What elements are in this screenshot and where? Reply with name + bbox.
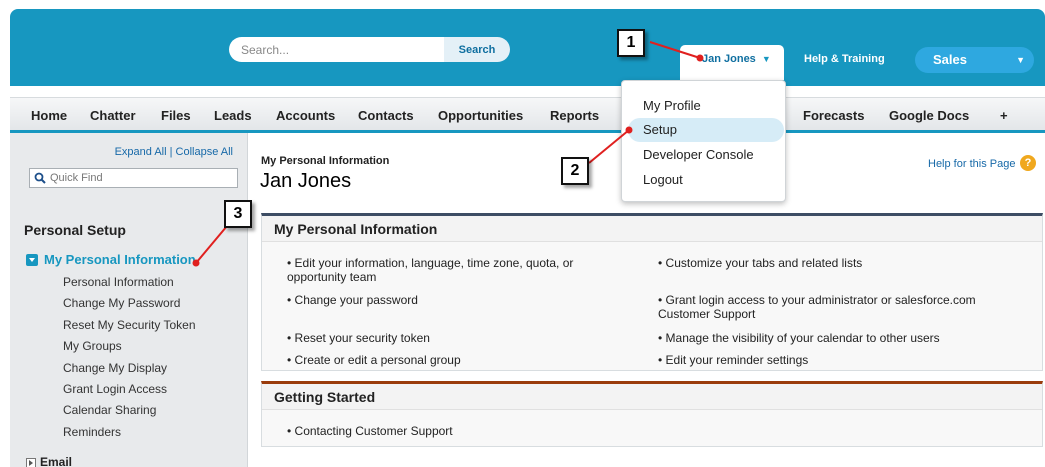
search-button[interactable]: Search [444, 37, 510, 62]
quick-find-input[interactable] [50, 169, 235, 187]
chevron-down-icon: ▼ [1016, 55, 1025, 65]
sidebar-subitem-grant-login-access[interactable]: Grant Login Access [63, 382, 167, 396]
expand-icon[interactable] [26, 458, 36, 467]
quick-find-box [29, 168, 238, 188]
panel-title: My Personal Information [274, 221, 438, 237]
panel-link-contacting-customer-support[interactable]: • Contacting Customer Support [287, 424, 632, 438]
sidebar-subitem-my-groups[interactable]: My Groups [63, 339, 122, 353]
panel-header: My Personal Information [262, 216, 1042, 242]
add-tab-icon[interactable]: + [1000, 108, 1008, 123]
sidebar-subitem-calendar-sharing[interactable]: Calendar Sharing [63, 403, 156, 417]
my-personal-information-panel: My Personal Information • Edit your info… [261, 213, 1043, 371]
sidebar-item-my-personal-information[interactable]: My Personal Information [44, 252, 196, 267]
menu-item-setup[interactable]: Setup [628, 118, 784, 142]
menu-item-logout[interactable]: Logout [622, 168, 785, 192]
callout-2: 2 [561, 157, 589, 185]
panel-link-change-password[interactable]: • Change your password [287, 293, 632, 307]
tab-contacts[interactable]: Contacts [358, 108, 414, 123]
expand-collapse-links[interactable]: Expand All | Collapse All [115, 146, 233, 158]
sidebar-subitem-reset-my-security-token[interactable]: Reset My Security Token [63, 318, 196, 332]
help-for-this-page-link[interactable]: Help for this Page [928, 158, 1015, 170]
panel-link-reset-security-token[interactable]: • Reset your security token [287, 331, 632, 345]
personal-setup-heading: Personal Setup [24, 222, 126, 238]
app-switcher[interactable]: Sales ▼ [915, 47, 1034, 73]
collapse-icon[interactable] [26, 254, 38, 266]
tab-accounts[interactable]: Accounts [276, 108, 335, 123]
tab-reports[interactable]: Reports [550, 108, 599, 123]
panel-link-create-personal-group[interactable]: • Create or edit a personal group [287, 353, 632, 367]
menu-item-developer-console[interactable]: Developer Console [622, 143, 785, 167]
tab-files[interactable]: Files [161, 108, 191, 123]
sidebar-subitem-personal-information[interactable]: Personal Information [63, 275, 174, 289]
help-icon[interactable]: ? [1020, 155, 1036, 171]
panel-link-calendar-visibility[interactable]: • Manage the visibility of your calendar… [658, 331, 1028, 345]
tab-chatter[interactable]: Chatter [90, 108, 136, 123]
setup-sidebar: Expand All | Collapse All Personal Setup… [10, 133, 248, 467]
panel-link-grant-login-access[interactable]: • Grant login access to your administrat… [658, 293, 1028, 321]
tab-home[interactable]: Home [31, 108, 67, 123]
user-menu-dropdown: My Profile Setup Developer Console Logou… [621, 80, 786, 202]
user-menu-trigger[interactable]: Jan Jones ▼ [702, 53, 771, 65]
search-input[interactable] [229, 37, 457, 62]
page-title: Jan Jones [260, 170, 352, 192]
tab-bar: Home Chatter Files Leads Accounts Contac… [10, 97, 1045, 133]
getting-started-panel: Getting Started • Contacting Customer Su… [261, 381, 1043, 447]
panel-link-customize-tabs[interactable]: • Customize your tabs and related lists [658, 256, 1028, 270]
global-header [10, 9, 1045, 86]
tab-forecasts[interactable]: Forecasts [803, 108, 864, 123]
panel-header: Getting Started [262, 384, 1042, 410]
callout-1: 1 [617, 29, 645, 57]
user-name: Jan Jones [702, 53, 756, 65]
app-name: Sales [933, 52, 967, 67]
tab-google-docs[interactable]: Google Docs [889, 108, 969, 123]
sidebar-subitem-change-my-display[interactable]: Change My Display [63, 361, 167, 375]
callout-3: 3 [224, 200, 252, 228]
chevron-down-icon: ▼ [761, 54, 771, 64]
sidebar-item-email[interactable]: Email [40, 455, 72, 467]
search-icon [34, 172, 46, 184]
help-training-link[interactable]: Help & Training [804, 53, 885, 65]
breadcrumb: My Personal Information [261, 155, 390, 167]
sidebar-subitem-reminders[interactable]: Reminders [63, 425, 121, 439]
panel-title: Getting Started [274, 389, 376, 405]
tab-opportunities[interactable]: Opportunities [438, 108, 523, 123]
panel-link-reminder-settings[interactable]: • Edit your reminder settings [658, 353, 1028, 367]
menu-item-my-profile[interactable]: My Profile [622, 94, 785, 118]
tab-leads[interactable]: Leads [214, 108, 252, 123]
sidebar-subitem-change-my-password[interactable]: Change My Password [63, 296, 180, 310]
panel-link-edit-information[interactable]: • Edit your information, language, time … [287, 256, 632, 284]
